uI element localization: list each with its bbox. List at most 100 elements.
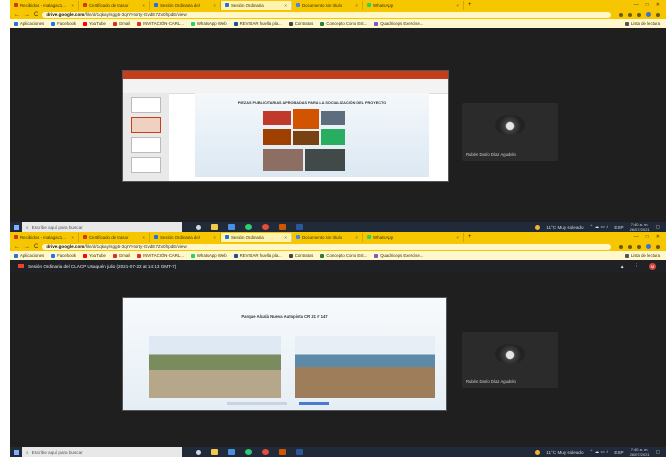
browser-tab[interactable]: Documento sin título × (292, 232, 363, 242)
close-icon[interactable]: × (456, 235, 459, 240)
menu-icon[interactable] (656, 12, 660, 17)
reload-button[interactable]: C (34, 244, 38, 250)
slide-thumbnail[interactable] (131, 157, 161, 173)
bookmark-apps[interactable]: Aplicaciones (14, 21, 44, 26)
browser-tab[interactable]: Recibidos - malagac1... × (10, 232, 79, 242)
bookmark-invitacion[interactable]: INVITACIÓN-CARL... (137, 253, 184, 258)
search-icon[interactable] (619, 244, 623, 249)
minimize-button[interactable]: — (634, 234, 639, 240)
browser-tab[interactable]: Sesión Ordinaria del × (150, 232, 221, 242)
store-icon[interactable] (228, 449, 235, 455)
more-options-icon[interactable]: ⋮ (634, 263, 639, 269)
language-indicator[interactable]: ESP (614, 225, 623, 230)
edge-icon[interactable] (245, 224, 252, 230)
new-tab-button[interactable]: + (464, 2, 476, 8)
share-icon[interactable] (628, 244, 632, 249)
star-icon[interactable] (637, 12, 641, 17)
bookmark-concepto[interactable]: Concepto Cono Est... (320, 253, 367, 258)
slide-thumbnail[interactable] (131, 137, 161, 153)
store-icon[interactable] (228, 224, 235, 230)
bookmark-invitacion[interactable]: INVITACIÓN-CARL... (137, 21, 184, 26)
bookmark-quadriceps[interactable]: Quadriceps Exercise... (374, 21, 423, 26)
chrome-icon[interactable] (262, 224, 269, 230)
bookmark-whatsapp[interactable]: WhatsApp Web (190, 253, 227, 258)
browser-tab-active[interactable]: Sesión Ordinaria × (221, 232, 292, 242)
language-indicator[interactable]: ESP (614, 450, 623, 455)
word-icon[interactable] (296, 449, 303, 455)
browser-tab[interactable]: WhatsApp × (363, 232, 464, 242)
chrome-icon[interactable] (262, 449, 269, 455)
bookmark-whatsapp[interactable]: WhatsApp Web (190, 21, 227, 26)
drive-add-icon[interactable]: ▲ (620, 264, 625, 269)
maximize-button[interactable]: □ (646, 2, 649, 8)
bookmark-youtube[interactable]: YouTube (83, 21, 106, 26)
close-window-button[interactable]: ✕ (656, 2, 660, 8)
bookmark-quadriceps[interactable]: Quadriceps Exercise... (374, 253, 423, 258)
menu-icon[interactable] (656, 244, 660, 249)
reload-button[interactable]: C (34, 12, 38, 18)
maximize-button[interactable]: □ (646, 234, 649, 240)
clock[interactable]: 7:40 a. m. 26/07/2021 (630, 222, 650, 232)
taskbar-search-input[interactable]: ⌕ Escribe aquí para buscar (22, 222, 182, 232)
tray-icons[interactable]: ⌃ ☁ ▭ ♪ (590, 224, 609, 230)
close-icon[interactable]: × (456, 3, 459, 8)
windows-start-button[interactable] (10, 449, 22, 455)
bookmark-revisar[interactable]: REVISAR huella pla... (233, 21, 282, 26)
close-icon[interactable]: × (142, 3, 145, 8)
task-view-icon[interactable] (196, 224, 201, 230)
participant-tile[interactable]: Rubén Darío Díaz Agudelo (462, 103, 558, 161)
clock[interactable]: 7:40 a. m. 26/07/2021 (630, 447, 650, 457)
bookmark-apps[interactable]: Aplicaciones (14, 253, 44, 258)
slide-thumbnail[interactable] (131, 97, 161, 113)
bookmark-concepto[interactable]: Concepto Cono Est... (320, 21, 367, 26)
close-icon[interactable]: × (213, 3, 216, 8)
bookmark-facebook[interactable]: Facebook (51, 253, 76, 258)
forward-button[interactable]: → (24, 244, 30, 250)
bookmark-contratos[interactable]: Contratos (288, 253, 313, 258)
close-icon[interactable]: × (71, 235, 74, 240)
task-view-icon[interactable] (196, 449, 201, 455)
bookmark-gmail[interactable]: Gmail (112, 253, 130, 258)
minimize-button[interactable]: — (634, 2, 639, 8)
weather-text[interactable]: 11°C Muy soleado (546, 450, 583, 455)
share-icon[interactable] (628, 12, 632, 17)
close-icon[interactable]: × (355, 235, 358, 240)
tray-icons[interactable]: ⌃ ☁ ▭ ♪ (590, 449, 609, 455)
edge-icon[interactable] (245, 449, 252, 455)
taskbar-search-input[interactable]: ⌕ Escribe aquí para buscar (22, 447, 182, 457)
url-input[interactable]: drive.google.com/file/d/1qkay/sgg5-3qrYH… (42, 11, 611, 18)
notifications-icon[interactable]: ▢ (656, 449, 660, 455)
bookmark-facebook[interactable]: Facebook (51, 21, 76, 26)
profile-avatar[interactable] (646, 12, 651, 17)
browser-tab[interactable]: Certificado de trasor × (79, 232, 150, 242)
profile-avatar[interactable] (646, 244, 651, 249)
bookmark-revisar[interactable]: REVISAR huella pla... (233, 253, 282, 258)
browser-tab[interactable]: Certificado de trasor × (79, 0, 150, 10)
bookmark-youtube[interactable]: YouTube (83, 253, 106, 258)
word-icon[interactable] (296, 224, 303, 230)
star-icon[interactable] (637, 244, 641, 249)
browser-tab[interactable]: WhatsApp × (363, 0, 464, 10)
new-tab-button[interactable]: + (464, 234, 476, 240)
close-icon[interactable]: × (71, 3, 74, 8)
back-button[interactable]: ← (14, 12, 20, 18)
reading-list[interactable]: Lista de lectura (624, 253, 666, 258)
close-icon[interactable]: × (355, 3, 358, 8)
close-window-button[interactable]: ✕ (656, 234, 660, 240)
browser-tab[interactable]: Recibidos - malagac1... × (10, 0, 79, 10)
close-icon[interactable]: × (213, 235, 216, 240)
reading-list[interactable]: Lista de lectura (624, 21, 666, 26)
powerpoint-icon[interactable] (279, 449, 286, 455)
url-input[interactable]: drive.google.com/file/d/1qkay/sgg5-3qrYH… (42, 243, 611, 250)
slide-thumbnail-selected[interactable] (131, 117, 161, 133)
weather-text[interactable]: 11°C Muy soleado (546, 225, 583, 230)
browser-tab-active[interactable]: Sesión Ordinaria × (221, 0, 292, 10)
back-button[interactable]: ← (14, 244, 20, 250)
participant-tile[interactable]: Rubén Darío Díaz Agudelo (462, 332, 558, 388)
windows-start-button[interactable] (10, 224, 22, 230)
bookmark-gmail[interactable]: Gmail (112, 21, 130, 26)
bookmark-contratos[interactable]: Contratos (288, 21, 313, 26)
notifications-icon[interactable]: ▢ (656, 224, 660, 230)
file-explorer-icon[interactable] (211, 224, 218, 230)
account-avatar[interactable]: M (649, 262, 656, 270)
